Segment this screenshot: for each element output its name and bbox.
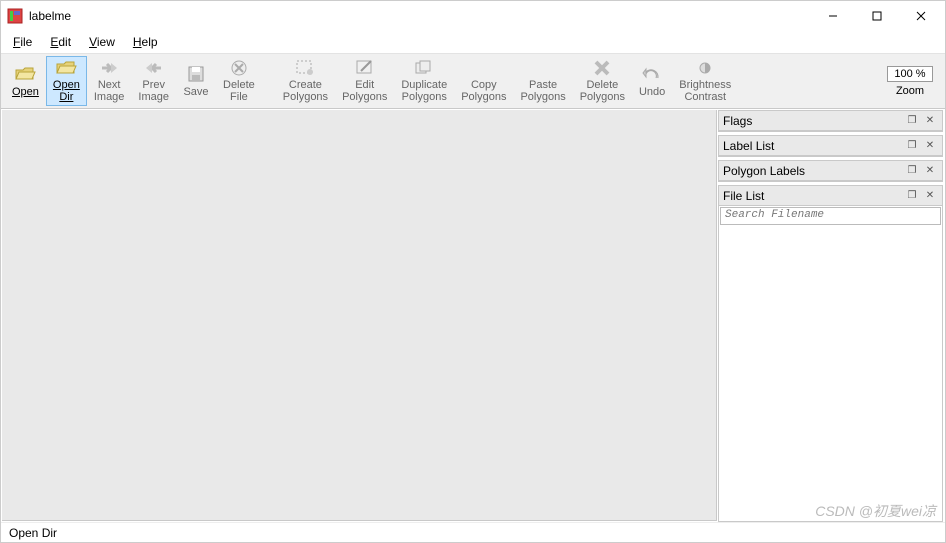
flags-panel: Flags ❐ ✕: [718, 110, 943, 132]
file-list-panel: File List ❐ ✕ Search Filename: [718, 185, 943, 522]
maximize-button[interactable]: [855, 2, 899, 30]
app-icon: [7, 8, 23, 24]
close-icon[interactable]: ✕: [922, 113, 938, 129]
polygon-labels-header[interactable]: Polygon Labels ❐ ✕: [719, 161, 942, 181]
window-title: labelme: [29, 9, 811, 23]
open-dir-button[interactable]: Open Dir: [46, 56, 87, 106]
brightness-contrast-button[interactable]: Brightness Contrast: [672, 56, 738, 106]
create-polygons-button[interactable]: Create Polygons: [276, 56, 335, 106]
duplicate-polygons-button[interactable]: Duplicate Polygons: [394, 56, 454, 106]
open-button[interactable]: Open: [5, 56, 46, 106]
close-icon[interactable]: ✕: [922, 138, 938, 154]
restore-icon[interactable]: ❐: [904, 138, 920, 154]
titlebar: labelme: [1, 1, 945, 31]
menubar: File Edit View Help: [1, 31, 945, 53]
label-list-panel: Label List ❐ ✕: [718, 135, 943, 157]
copy-polygons-button[interactable]: Copy Polygons: [454, 56, 513, 106]
edit-polygons-button[interactable]: Edit Polygons: [335, 56, 394, 106]
zoom-label: Zoom: [896, 85, 924, 97]
status-text: Open Dir: [9, 526, 57, 540]
undo-button[interactable]: Undo: [632, 56, 672, 106]
file-list-body[interactable]: [719, 226, 942, 521]
floppy-icon: [187, 63, 205, 85]
canvas[interactable]: [2, 110, 717, 521]
restore-icon[interactable]: ❐: [904, 163, 920, 179]
next-image-button[interactable]: Next Image: [87, 56, 132, 106]
polygon-edit-icon: [355, 59, 375, 78]
close-button[interactable]: [899, 2, 943, 30]
delete-x-icon: [593, 59, 611, 78]
label-list-header[interactable]: Label List ❐ ✕: [719, 136, 942, 156]
delete-circle-icon: [230, 59, 248, 78]
delete-polygons-button[interactable]: Delete Polygons: [573, 56, 632, 106]
close-icon[interactable]: ✕: [922, 163, 938, 179]
folder-open-icon: [55, 59, 77, 78]
arrow-left-icon: [144, 59, 164, 78]
toolbar: Open Open Dir Next Image Prev Image Save…: [1, 53, 945, 109]
menu-help[interactable]: Help: [125, 33, 166, 51]
flags-header[interactable]: Flags ❐ ✕: [719, 111, 942, 131]
statusbar: Open Dir: [1, 522, 945, 542]
brightness-icon: [696, 59, 714, 78]
zoom-input[interactable]: 100 %: [887, 66, 933, 82]
duplicate-icon: [414, 59, 434, 78]
file-list-header[interactable]: File List ❐ ✕: [719, 186, 942, 206]
undo-icon: [642, 63, 662, 85]
close-icon[interactable]: ✕: [922, 188, 938, 204]
save-button[interactable]: Save: [176, 56, 216, 106]
menu-file[interactable]: File: [5, 33, 40, 51]
polygon-labels-panel: Polygon Labels ❐ ✕: [718, 160, 943, 182]
folder-open-icon: [14, 63, 36, 85]
delete-file-button[interactable]: Delete File: [216, 56, 262, 106]
menu-view[interactable]: View: [81, 33, 123, 51]
minimize-button[interactable]: [811, 2, 855, 30]
main-area: Flags ❐ ✕ Label List ❐ ✕ Polygon Labels …: [1, 109, 945, 522]
menu-edit[interactable]: Edit: [42, 33, 79, 51]
arrow-right-icon: [99, 59, 119, 78]
zoom-control: 100 % Zoom: [879, 56, 941, 106]
prev-image-button[interactable]: Prev Image: [131, 56, 176, 106]
restore-icon[interactable]: ❐: [904, 113, 920, 129]
polygon-create-icon: [295, 59, 315, 78]
restore-icon[interactable]: ❐: [904, 188, 920, 204]
right-sidebar: Flags ❐ ✕ Label List ❐ ✕ Polygon Labels …: [718, 109, 945, 522]
search-filename-input[interactable]: Search Filename: [720, 207, 941, 225]
paste-polygons-button[interactable]: Paste Polygons: [513, 56, 572, 106]
